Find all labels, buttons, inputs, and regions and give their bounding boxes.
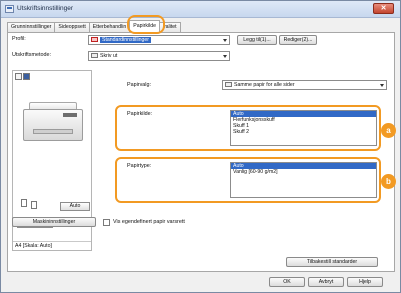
profile-value: Standardinnstillinger (100, 37, 152, 43)
paper-selection-dropdown[interactable]: Samme papir for alle sider (222, 80, 387, 90)
help-button[interactable]: Hjelp (347, 277, 383, 287)
paper-icon (225, 82, 232, 87)
profile-dropdown[interactable]: Standardinnstillinger (88, 35, 230, 45)
preview-auto-button[interactable]: Auto (60, 202, 90, 211)
list-item[interactable]: Skuff 2 (231, 129, 376, 135)
paper-selection-label: Papirvalg: (127, 82, 151, 88)
paper-source-list[interactable]: Auto Flerfunksjonsskuff Skuff 1 Skuff 2 (230, 110, 377, 146)
title-bar: Utskriftsinnstillinger ✕ (1, 1, 400, 18)
tab-quality[interactable]: valitet (159, 22, 181, 32)
callout-b: b (381, 174, 396, 189)
add-profile-button[interactable]: Legg til(1)... (237, 35, 277, 45)
document-icons (17, 199, 57, 211)
tab-page-setup[interactable]: Sideoppsett (54, 22, 90, 32)
tab-finishing[interactable]: Etterbehandlin (88, 22, 131, 32)
paper-size-caption: A4 [Skala: Auto] (13, 241, 91, 250)
print-settings-window: Utskriftsinnstillinger ✕ Grunninnstillin… (0, 0, 401, 293)
chevron-down-icon (223, 39, 227, 42)
printer-image (23, 99, 83, 145)
page-view-icon[interactable] (15, 73, 22, 80)
ok-button[interactable]: OK (269, 277, 305, 287)
profile-icon (91, 37, 98, 42)
list-item[interactable]: Vanlig [60-90 g/m2] (231, 169, 376, 175)
custom-paper-label: Vis egendefinert papir varsrett (113, 219, 185, 225)
custom-paper-checkbox[interactable] (103, 219, 110, 226)
preview-mode-icons (15, 73, 30, 80)
paper-source-panel: Profil: Standardinnstillinger Legg til(1… (7, 32, 396, 272)
tab-basic-settings[interactable]: Grunninnstillinger (7, 22, 56, 32)
profile-label: Profil: (12, 36, 26, 42)
printer-app-icon (5, 5, 14, 13)
printer-settings-button[interactable]: Maskininnstillinger (12, 217, 96, 227)
paper-selection-value: Samme papir for alle sider (234, 82, 295, 88)
print-icon (91, 53, 98, 58)
close-button[interactable]: ✕ (373, 3, 394, 14)
output-method-dropdown[interactable]: Skriv ut (88, 51, 230, 61)
chevron-down-icon (380, 84, 384, 87)
window-title: Utskriftsinnstillinger (17, 5, 73, 12)
edit-profile-button[interactable]: Rediger(2)... (279, 35, 317, 45)
callout-a: a (381, 123, 396, 138)
restore-defaults-button[interactable]: Tilbakestill standarder (286, 257, 378, 267)
output-method-label: Utskriftsmetode: (12, 52, 51, 58)
printer-view-icon[interactable] (23, 73, 30, 80)
output-method-value: Skriv ut (100, 53, 118, 59)
cancel-button[interactable]: Avbryt (308, 277, 344, 287)
paper-type-label: Papirtype: (127, 163, 152, 169)
chevron-down-icon (223, 55, 227, 58)
paper-source-label: Papirkilde: (127, 111, 153, 117)
tab-paper-source[interactable]: Papirkilde (129, 20, 161, 32)
tab-strip: Grunninnstillinger Sideoppsett Etterbeha… (7, 20, 181, 32)
paper-type-list[interactable]: Auto Vanlig [60-90 g/m2] (230, 162, 377, 198)
